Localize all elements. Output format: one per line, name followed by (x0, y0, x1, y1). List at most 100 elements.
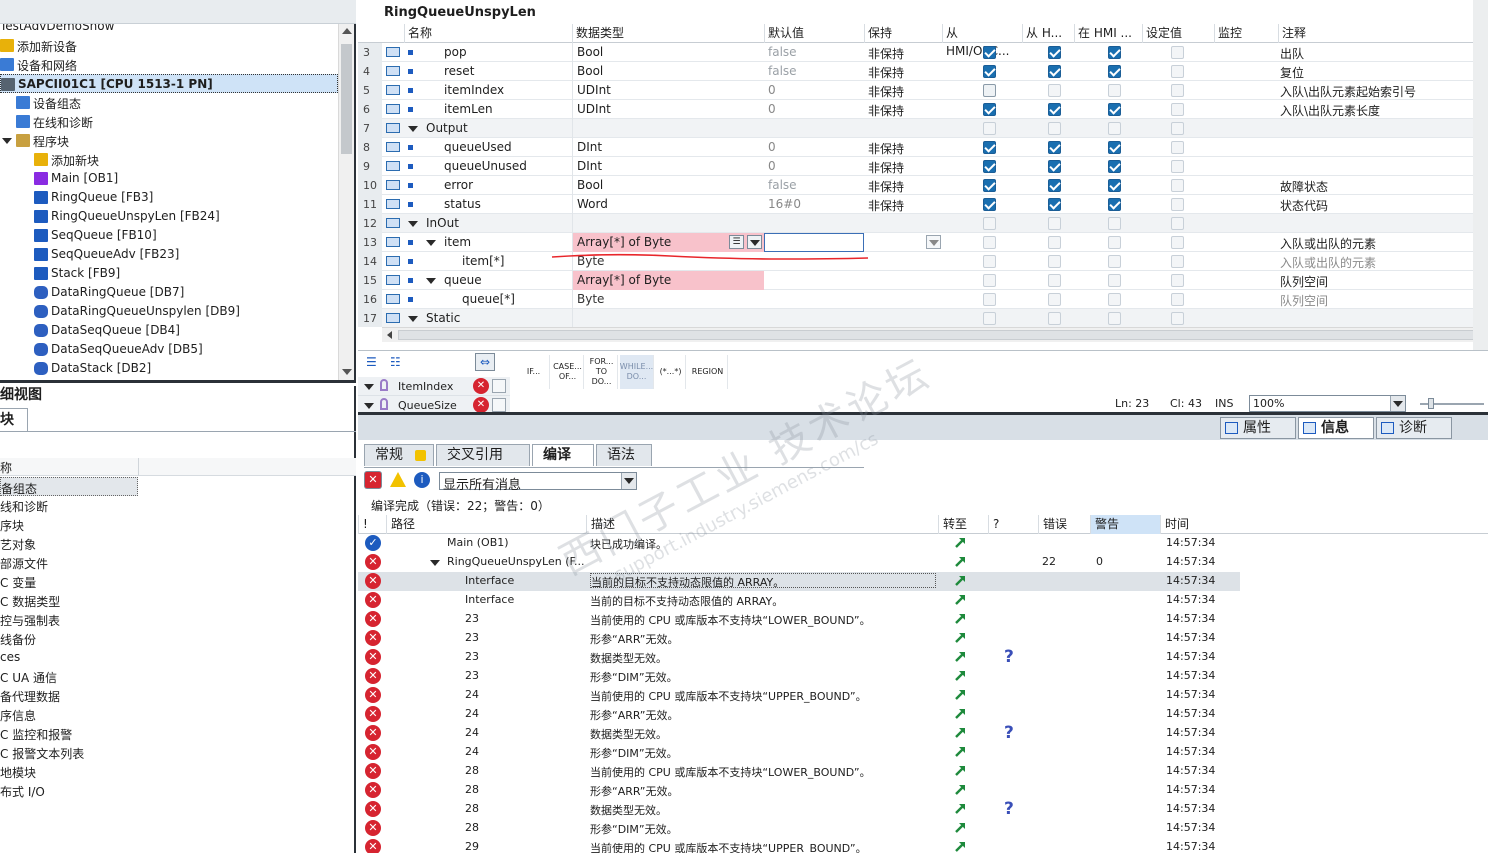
setpoint-checkbox[interactable] (1171, 255, 1184, 268)
collapse-icon[interactable] (408, 316, 418, 322)
hmi-writable-checkbox[interactable] (1048, 65, 1061, 78)
remove-param-icon[interactable]: ✕ (473, 378, 489, 394)
detail-list-item[interactable]: 布式 I/O (0, 781, 138, 800)
goto-icon[interactable] (954, 611, 968, 625)
goto-icon[interactable] (954, 839, 968, 853)
detail-list-item[interactable]: C 报警文本列表 (0, 743, 138, 762)
scroll-thumb[interactable] (341, 44, 352, 154)
setpoint-checkbox[interactable] (1171, 236, 1184, 249)
hmi-visible-checkbox[interactable] (1108, 293, 1121, 306)
detail-list-item[interactable]: 序块 (0, 515, 138, 534)
interface-col-header[interactable]: 设定值 (1142, 24, 1214, 43)
hmi-writable-checkbox[interactable] (1048, 179, 1061, 192)
setpoint-checkbox[interactable] (1171, 293, 1184, 306)
data-type-cell[interactable]: Bool (572, 62, 764, 81)
hmi-visible-checkbox[interactable] (1108, 179, 1121, 192)
collapse-icon[interactable] (426, 278, 436, 284)
message-row[interactable]: ✕ Interface 当前的目标不支持动态限值的 ARRAY。 14:57:34 (358, 591, 1240, 610)
move-down-icon[interactable] (492, 398, 506, 412)
message-row[interactable]: ✕ RingQueueUnspyLen (F... 22 0 14:57:34 (358, 553, 1240, 572)
message-row[interactable]: ✕ 24 当前使用的 CPU 或库版本不支持块“UPPER_BOUND”。 14:57… (358, 686, 1240, 705)
setpoint-checkbox[interactable] (1171, 274, 1184, 287)
expand-icon[interactable] (2, 138, 12, 144)
detail-tab[interactable]: 块 (0, 408, 28, 431)
hmi-visible-checkbox[interactable] (1108, 160, 1121, 173)
hmi-accessible-checkbox[interactable] (983, 122, 996, 135)
goto-icon[interactable] (954, 782, 968, 796)
setpoint-checkbox[interactable] (1171, 141, 1184, 154)
message-col-header[interactable]: 路径 (386, 515, 586, 534)
setpoint-checkbox[interactable] (1171, 84, 1184, 97)
data-type-cell[interactable]: UDInt (572, 100, 764, 119)
move-up-icon[interactable] (492, 379, 506, 393)
collapse-icon[interactable] (408, 126, 418, 132)
interface-row[interactable]: 10 error Bool false 非保持 故障状态 (358, 176, 1473, 195)
detail-list-item[interactable]: 部源文件 (0, 553, 138, 572)
interface-hscroll[interactable] (382, 327, 1488, 342)
interface-row[interactable]: 12 InOut (358, 214, 1473, 233)
interface-row[interactable]: 4 reset Bool false 非保持 复位 (358, 62, 1473, 81)
detail-list-item[interactable]: C 变量 (0, 572, 138, 591)
message-filter-select[interactable]: 显示所有消息 (439, 472, 637, 493)
info-tab[interactable]: 交叉引用 (436, 444, 530, 466)
interface-row[interactable]: 15 queue Array[*] of Byte 队列空间 (358, 271, 1473, 290)
type-picker-icon[interactable]: ☰ (729, 235, 744, 249)
message-row[interactable]: ✕ 29 当前使用的 CPU 或库版本不支持块“UPPER_BOUND”。 14:57… (358, 838, 1240, 853)
hmi-writable-checkbox[interactable] (1048, 255, 1061, 268)
data-type-cell[interactable] (572, 119, 764, 138)
tree-item[interactable]: SeqQueue [FB10] (0, 226, 338, 245)
instruction-button[interactable]: CASE... OF... (552, 355, 584, 389)
hmi-writable-checkbox[interactable] (1048, 46, 1061, 59)
tree-item[interactable]: DataStack [DB2] (0, 359, 338, 378)
tree-scrollbar[interactable] (338, 24, 354, 380)
type-dropdown-icon[interactable] (747, 235, 762, 249)
indent-icon[interactable]: ☰ (366, 355, 382, 369)
hmi-accessible-checkbox[interactable] (983, 255, 996, 268)
hmi-visible-checkbox[interactable] (1108, 217, 1121, 230)
remove-param-icon[interactable]: ✕ (473, 397, 489, 413)
message-row[interactable]: ✕ 23 形参“ARR”无效。 14:57:34 (358, 629, 1240, 648)
goto-icon[interactable] (954, 687, 968, 701)
scroll-down-icon[interactable] (342, 369, 352, 375)
interface-row[interactable]: 3 pop Bool false 非保持 出队 (358, 43, 1473, 62)
data-type-cell[interactable]: Bool (572, 43, 764, 62)
setpoint-checkbox[interactable] (1171, 65, 1184, 78)
message-row[interactable]: ✕ 23 数据类型无效。? 14:57:34 (358, 647, 1240, 667)
detail-list-item[interactable]: 艺对象 (0, 534, 138, 553)
inspector-tab-properties[interactable]: 属性 (1220, 417, 1296, 439)
detail-list-item[interactable]: 地模块 (0, 762, 138, 781)
message-row[interactable]: ✕ 23 形参“DIM”无效。 14:57:34 (358, 667, 1240, 686)
hmi-accessible-checkbox[interactable] (983, 141, 996, 154)
detail-list-item[interactable]: 线和诊断 (0, 496, 138, 515)
hmi-accessible-checkbox[interactable] (983, 236, 996, 249)
hmi-writable-checkbox[interactable] (1048, 236, 1061, 249)
tree-item[interactable]: 添加新块 (0, 150, 338, 169)
interface-row[interactable]: 9 queueUnused DInt 0 非保持 (358, 157, 1473, 176)
interface-row[interactable]: 11 status Word 16#0 非保持 状态代码 (358, 195, 1473, 214)
data-type-cell[interactable]: DInt (572, 157, 764, 176)
setpoint-checkbox[interactable] (1171, 312, 1184, 325)
data-type-cell[interactable]: Word (572, 195, 764, 214)
tree-item[interactable]: TestAdvDemoShow (0, 24, 338, 36)
tree-item[interactable]: RingQueue [FB3] (0, 188, 338, 207)
goto-icon[interactable] (954, 592, 968, 606)
hmi-accessible-checkbox[interactable] (983, 198, 996, 211)
detail-list-item[interactable]: C 监控和报警 (0, 724, 138, 743)
filter-info-icon[interactable]: i (414, 472, 430, 488)
tree-item[interactable]: 程序块 (0, 131, 338, 150)
detail-list-item[interactable]: 备组态 (0, 477, 138, 496)
interface-col-header[interactable]: 从 HMI/OPC... (942, 24, 1022, 58)
instruction-button[interactable]: (*...*) (656, 355, 686, 389)
info-tab[interactable]: 语法 (596, 444, 652, 466)
message-col-header[interactable]: 描述 (586, 515, 938, 534)
message-col-header[interactable]: 错误 (1038, 515, 1090, 534)
interface-row[interactable]: 13 item Array[*] of Byte ☰ 入队或出队的元素 (358, 233, 1473, 252)
hmi-accessible-checkbox[interactable] (983, 312, 996, 325)
message-row[interactable]: ✕ Interface 当前的目标不支持动态限值的 ARRAY。 14:57:34 (358, 572, 1240, 591)
zoom-slider[interactable] (1420, 398, 1484, 409)
message-row[interactable]: ✕ 24 形参“DIM”无效。 14:57:34 (358, 743, 1240, 762)
hmi-writable-checkbox[interactable] (1048, 122, 1061, 135)
instruction-button[interactable]: REGION (688, 355, 728, 389)
goto-icon[interactable] (954, 706, 968, 720)
collapse-icon[interactable] (408, 221, 418, 227)
